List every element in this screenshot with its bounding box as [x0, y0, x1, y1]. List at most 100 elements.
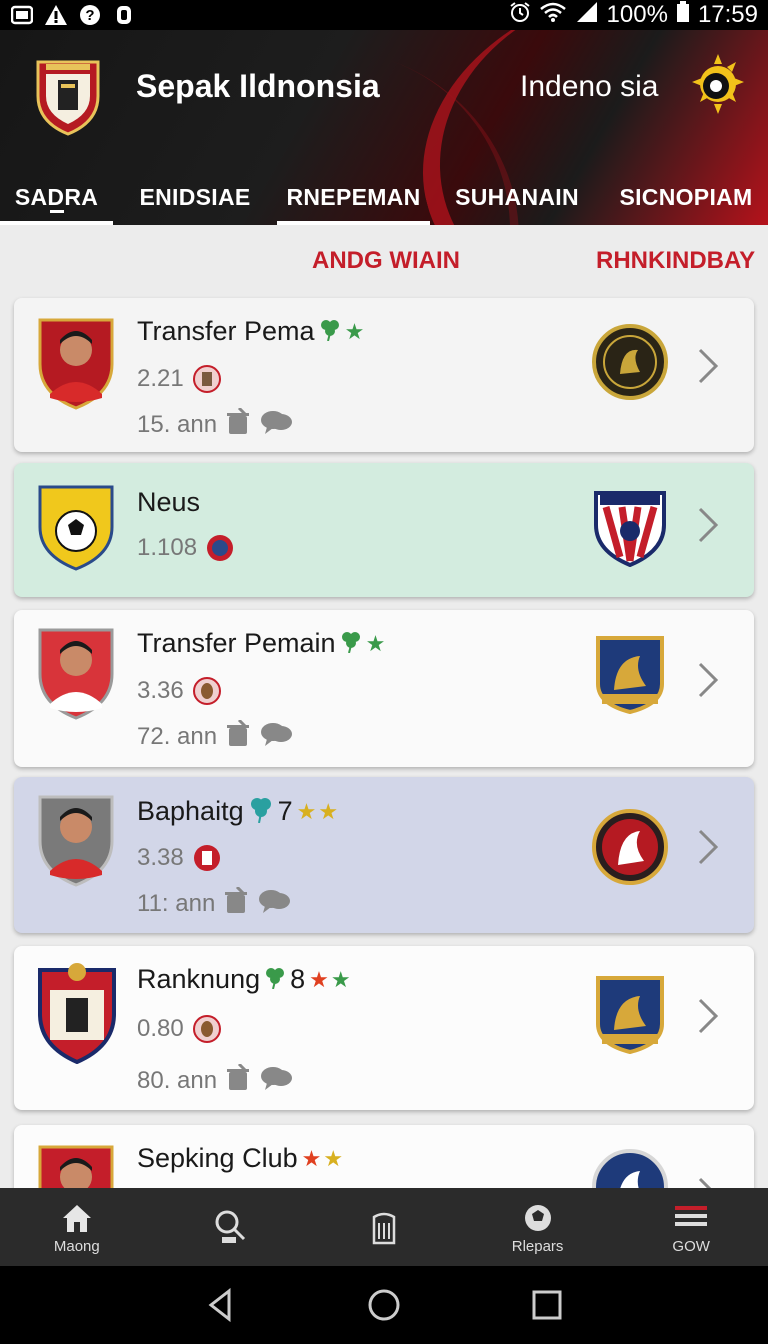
club-crest-icon — [34, 960, 120, 1065]
nav-label: GOW — [672, 1237, 710, 1255]
clock: 17:59 — [697, 1, 758, 28]
item-title: Ranknung — [137, 964, 261, 994]
wifi-icon — [539, 1, 567, 30]
image-icon — [10, 4, 34, 26]
chevron-right-icon[interactable] — [696, 662, 720, 698]
star-icon: ★ — [323, 1145, 344, 1171]
chevron-right-icon[interactable] — [696, 507, 720, 543]
item-title: Neus — [137, 487, 201, 517]
club-mini-icon — [192, 841, 222, 875]
rating-stars: ★ — [345, 319, 365, 345]
trash-icon — [225, 718, 251, 753]
nav-label: Maong — [53, 1237, 100, 1255]
tab-bar: SADRA ENIDSIAE RNEPEMAN SUHANAIN SICNOPI… — [0, 170, 768, 225]
chevron-right-icon[interactable] — [696, 1177, 720, 1188]
item-time: 11: ann — [137, 889, 216, 917]
chat-icon — [259, 721, 293, 752]
star-icon: ★ — [365, 630, 386, 656]
item-title: Sepking Club — [137, 1143, 298, 1173]
tab-sadra[interactable]: SADRA — [0, 170, 113, 225]
system-navigation — [0, 1266, 768, 1344]
list-item[interactable]: Transfer Pema ★ 2.21 15. ann — [14, 298, 754, 452]
club-badge-icon — [592, 487, 668, 568]
chat-icon — [259, 409, 293, 440]
app-title: Sepak Ildnonsia — [136, 68, 380, 104]
warning-icon — [44, 4, 68, 26]
nav-reports[interactable]: Rlepars — [461, 1188, 615, 1266]
rating-stars: ★ ★ — [302, 1146, 343, 1172]
tab-rnepeman[interactable]: RNEPEMAN — [277, 170, 430, 225]
item-number: 0.80 — [137, 1015, 184, 1042]
voicemail-icon — [112, 4, 136, 26]
item-tag: 7 — [277, 796, 293, 826]
main-content: ANDG WIAIN RHNKINDBAY Transfer Pema ★ 2.… — [0, 225, 768, 1188]
club-badge-icon — [592, 805, 668, 885]
item-time: 15. ann — [137, 410, 218, 438]
rating-stars: ★ ★ — [309, 967, 350, 993]
tab-suhanain[interactable]: SUHANAIN — [430, 170, 604, 225]
list-item[interactable]: Ranknung 8 ★ ★ 0.80 80. ann — [14, 946, 754, 1110]
tab-enidsiae[interactable]: ENIDSIAE — [113, 170, 277, 225]
nav-label: Rlepars — [511, 1237, 564, 1255]
signal-icon — [575, 1, 599, 30]
list-item[interactable]: Sepking Club ★ ★ — [14, 1125, 754, 1188]
item-number: 3.36 — [137, 677, 184, 704]
player-crest-icon — [36, 1141, 116, 1188]
region-label[interactable]: Indeno sia — [520, 70, 658, 104]
player-crest-icon — [36, 791, 116, 887]
filter-right[interactable]: RHNKINDBAY — [596, 247, 755, 275]
chat-icon — [257, 888, 291, 919]
item-title: Transfer Pema — [137, 316, 315, 346]
home-circle-icon[interactable] — [366, 1287, 402, 1323]
item-tag: 8 — [290, 964, 306, 994]
nav-building[interactable] — [307, 1188, 461, 1266]
star-icon: ★ — [296, 798, 317, 824]
battery-icon — [676, 0, 690, 30]
clover-icon — [319, 317, 341, 346]
nav-home[interactable]: Maong — [0, 1188, 154, 1266]
filter-row: ANDG WIAIN RHNKINDBAY — [0, 247, 768, 279]
list-item[interactable]: Baphaitg 7 ★ ★ 3.38 11: ann — [14, 777, 754, 933]
filter-left[interactable]: ANDG WIAIN — [312, 247, 460, 275]
menu-icon — [675, 1205, 708, 1226]
item-number: 2.21 — [137, 365, 184, 392]
app-logo-icon — [34, 56, 102, 136]
chevron-right-icon[interactable] — [696, 348, 720, 384]
trash-icon — [225, 406, 251, 441]
club-mini-icon — [192, 362, 222, 396]
club-mini-icon — [192, 674, 222, 708]
item-number: 1.108 — [137, 534, 198, 561]
chevron-right-icon[interactable] — [696, 998, 720, 1034]
star-icon: ★ — [318, 798, 339, 824]
item-number: 3.38 — [137, 844, 184, 871]
search-icon — [215, 1210, 246, 1243]
svg-text:?: ? — [85, 7, 94, 24]
list-item[interactable]: Neus 1.108 — [14, 463, 754, 597]
chevron-right-icon[interactable] — [696, 829, 720, 865]
building-icon — [372, 1212, 396, 1245]
clover-icon — [248, 795, 274, 828]
nav-more[interactable]: GOW — [614, 1188, 768, 1266]
star-icon: ★ — [309, 966, 329, 992]
chat-icon — [259, 1065, 293, 1096]
sun-target-icon[interactable] — [688, 52, 748, 116]
back-icon[interactable] — [203, 1287, 239, 1323]
star-icon: ★ — [344, 318, 365, 344]
club-badge-icon — [592, 322, 668, 402]
recents-icon[interactable] — [529, 1287, 565, 1323]
club-badge-icon — [592, 974, 668, 1055]
clover-icon — [340, 629, 362, 658]
nav-search[interactable] — [154, 1188, 308, 1266]
club-crest-icon — [36, 481, 116, 577]
app-header: Sepak Ildnonsia Indeno sia SADRA ENIDSIA… — [0, 30, 768, 225]
tab-sicnopiam[interactable]: SICNOPIAM — [604, 170, 768, 225]
rating-stars: ★ — [366, 631, 386, 657]
player-crest-icon — [36, 624, 116, 720]
status-bar: ? 100% 17:59 — [0, 0, 768, 30]
list-item[interactable]: Transfer Pemain ★ 3.36 72. ann — [14, 610, 754, 767]
item-title: Baphaitg — [137, 796, 244, 826]
item-time: 80. ann — [137, 1066, 218, 1094]
battery-level: 100% — [606, 1, 668, 28]
rating-stars: ★ ★ — [297, 799, 338, 825]
star-icon: ★ — [330, 966, 351, 992]
